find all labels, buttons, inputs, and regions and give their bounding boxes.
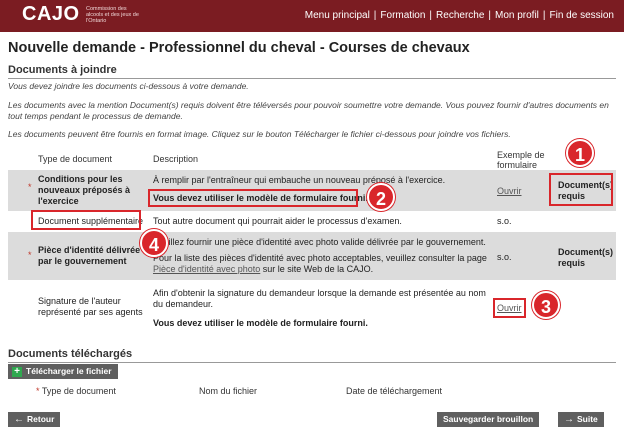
nav-formation[interactable]: Formation [380,10,425,21]
example-na: s.o. [497,216,512,226]
header-document-type: Type de document [38,154,113,164]
uploaded-header-filename: Nom du fichier [199,386,258,396]
row-description: Tout autre document qui pourrait aider l… [153,216,402,226]
nav-mon-profil[interactable]: Mon profil [495,10,539,21]
row-description: À remplir par l'entraîneur qui embauche … [153,175,446,185]
uploaded-section-title: Documents téléchargés [8,348,616,363]
row-type-conditions: Conditions pour les nouveaux préposés à … [38,174,131,206]
row-description: Afin d'obtenir la signature du demandeur… [153,288,486,309]
annotation-badge-1: 1 [566,139,594,167]
uploaded-header-type-label: Type de document [41,386,116,396]
upload-file-button[interactable]: + Télécharger le fichier [8,364,118,379]
header-description: Description [153,154,199,164]
required-star: * [28,250,32,260]
highlight-box-supplementary [31,210,141,230]
documents-intro-2: Les documents avec la mention Document(s… [8,100,609,121]
top-navigation: Menu principal | Formation | Recherche | Mon p… [305,10,614,21]
header-example: Exemple de formulaire [497,150,545,170]
highlight-box-open-link [493,298,526,318]
documents-intro-3: Les documents peuvent être fournis en fo… [8,129,511,139]
back-label: Retour [27,414,55,424]
nav-fin-de-session[interactable]: Fin de session [550,10,614,21]
save-draft-button[interactable]: Sauvegarder brouillon [437,412,540,427]
logo-subtitle: Commission des alcools et des jeux de l'… [86,6,139,24]
description-text: Pour la liste des pièces d'identité avec… [153,253,487,263]
highlight-box-template-note [148,189,358,207]
page-title: Nouvelle demande - Professionnel du chev… [8,40,470,56]
documents-intro-1: Vous devez joindre les documents ci-dess… [8,81,249,91]
arrow-left-icon: ← [14,414,24,425]
required-status: Document(s) requis [558,247,614,268]
annotation-badge-2: 2 [367,183,395,211]
example-na: s.o. [497,252,512,262]
nav-menu-principal[interactable]: Menu principal [305,10,370,21]
required-star: * [36,386,40,396]
nav-recherche[interactable]: Recherche [436,10,484,21]
nav-separator: | [542,10,546,21]
row-type-piece-identite: Pièce d'identité délivrée par le gouvern… [38,245,141,266]
photo-id-link[interactable]: Pièce d'identité avec photo [153,264,260,274]
cajo-logo[interactable]: CAJO [22,3,80,26]
description-text: sur le site Web de la CAJO. [260,264,374,274]
annotation-badge-4: 4 [140,229,168,257]
row-type-signature: Signature de l'auteur représenté par ses… [38,296,143,317]
next-button[interactable]: → Suite [558,412,604,427]
highlight-box-required [549,173,613,206]
row-description: Veuillez fournir une pièce d'identité av… [153,237,486,247]
annotation-badge-3: 3 [532,291,560,319]
back-button[interactable]: ← Retour [8,412,61,427]
plus-icon: + [12,366,22,377]
nav-separator: | [488,10,491,21]
table-row: * Pièce d'identité délivrée par le gouve… [8,232,616,280]
documents-section-title: Documents à joindre [8,64,616,79]
uploaded-header-type: * Type de document [36,386,116,396]
open-form-link[interactable]: Ouvrir [497,186,522,197]
arrow-right-icon: → [564,414,574,425]
row-description-list: Pour la liste des pièces d'identité avec… [153,253,488,275]
nav-separator: | [373,10,377,21]
uploaded-header-date: Date de téléchargement [346,386,443,396]
row-description-note: Vous devez utiliser le modèle de formula… [153,318,368,328]
required-star: * [28,182,32,192]
next-label: Suite [577,414,598,424]
app-header: CAJO Commission des alcools et des jeux … [0,0,624,32]
nav-separator: | [429,10,433,21]
upload-file-label: Télécharger le fichier [26,366,112,376]
save-draft-label: Sauvegarder brouillon [443,414,534,424]
